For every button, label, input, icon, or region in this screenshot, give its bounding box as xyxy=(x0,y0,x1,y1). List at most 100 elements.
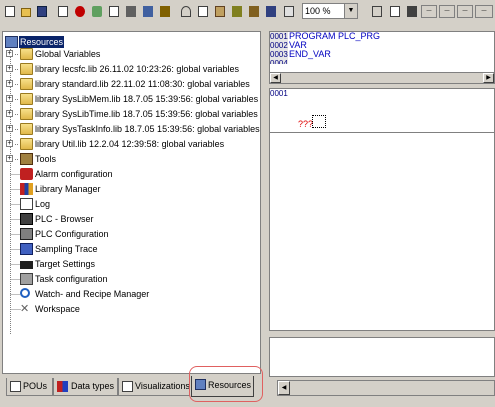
contact-icon[interactable]: — xyxy=(439,5,455,18)
scroll-left-icon[interactable]: ◀ xyxy=(270,73,281,83)
expand-icon[interactable]: + xyxy=(6,155,13,162)
tree-item-global-variables[interactable]: + Global Variables xyxy=(6,47,260,62)
vertical-splitter[interactable] xyxy=(264,26,268,407)
login-icon[interactable] xyxy=(89,3,104,19)
datatypes-icon xyxy=(57,381,68,392)
tree-item-label: Global Variables xyxy=(35,49,101,59)
tree-item-workspace[interactable]: ✕ Workspace xyxy=(20,302,260,317)
tree-item-target-settings[interactable]: Target Settings xyxy=(20,257,260,272)
placeholder-text[interactable]: ??? xyxy=(298,119,313,129)
input-icon[interactable] xyxy=(404,3,419,19)
copy-icon[interactable] xyxy=(195,3,210,19)
box-icon[interactable] xyxy=(387,3,402,19)
resource-tree: Resources + Global Variables + library I… xyxy=(2,31,261,374)
breakpoint-icon[interactable] xyxy=(157,3,172,19)
pous-icon xyxy=(10,381,21,392)
stop-icon[interactable] xyxy=(72,3,87,19)
resources-tab-highlight xyxy=(189,366,263,402)
folder-icon xyxy=(20,63,33,75)
tree-item-plc-browser[interactable]: PLC - Browser xyxy=(20,212,260,227)
download-icon[interactable] xyxy=(106,3,121,19)
browser-icon xyxy=(20,213,33,225)
tree-item-label: Task configuration xyxy=(35,274,108,284)
expand-icon[interactable]: + xyxy=(6,65,13,72)
scroll-left-icon[interactable]: ◀ xyxy=(278,381,290,395)
tree-item-label: Watch- and Recipe Manager xyxy=(35,289,150,299)
tree-item-sampling-trace[interactable]: Sampling Trace xyxy=(20,242,260,257)
network-divider xyxy=(270,132,494,133)
line-number: 0001 xyxy=(270,32,288,41)
paste-icon[interactable] xyxy=(212,3,227,19)
message-pane xyxy=(269,337,495,377)
expand-icon[interactable]: + xyxy=(6,110,13,117)
new-icon[interactable] xyxy=(2,3,17,19)
save-icon[interactable] xyxy=(34,3,49,19)
tab-data-types[interactable]: Data types xyxy=(53,378,118,396)
replace-icon[interactable] xyxy=(246,3,261,19)
expand-icon[interactable]: + xyxy=(6,80,13,87)
expand-icon[interactable]: + xyxy=(6,50,13,57)
build-icon[interactable] xyxy=(55,3,70,19)
add-network-icon[interactable] xyxy=(369,3,384,19)
coil-icon[interactable]: — xyxy=(457,5,473,18)
tree-item-library-standard[interactable]: + library standard.lib 22.11.02 11:08:30… xyxy=(6,77,260,92)
tree-item-library-syslibtime[interactable]: + library SysLibTime.lib 18.7.05 15:39:5… xyxy=(6,107,260,122)
zoom-select[interactable]: 100 % ▼ xyxy=(302,3,358,19)
open-icon[interactable] xyxy=(18,3,33,19)
zoom-value: 100 % xyxy=(305,6,331,16)
chevron-down-icon[interactable]: ▼ xyxy=(344,4,357,18)
tree-item-library-syslibmem[interactable]: + library SysLibMem.lib 18.7.05 15:39:56… xyxy=(6,92,260,107)
tree-item-label: library standard.lib 22.11.02 11:08:30: … xyxy=(35,79,250,89)
scroll-right-icon[interactable]: ▶ xyxy=(483,73,494,83)
tree-item-alarm-configuration[interactable]: Alarm configuration xyxy=(20,167,260,182)
tree-item-label: Alarm configuration xyxy=(35,169,113,179)
output-icon[interactable]: — xyxy=(421,5,437,18)
visualizations-icon xyxy=(122,381,133,392)
tab-pous[interactable]: POUs xyxy=(6,378,53,396)
tree-item-label: PLC Configuration xyxy=(35,229,109,239)
pou-icon[interactable] xyxy=(263,3,278,19)
tab-label: Visualizations xyxy=(135,381,190,391)
tree-item-label: Library Manager xyxy=(35,184,101,194)
folder-icon xyxy=(20,78,33,90)
alarm-icon xyxy=(20,168,33,180)
tab-label: Data types xyxy=(71,381,115,391)
cut-icon[interactable] xyxy=(178,3,193,19)
tree-item-log[interactable]: Log xyxy=(20,197,260,212)
line-number: 0002 xyxy=(270,41,288,50)
tree-item-label: library SysLibTime.lib 18.7.05 15:39:56:… xyxy=(35,109,258,119)
tree-item-label: Tools xyxy=(35,154,57,164)
workspace-icon: ✕ xyxy=(20,303,30,315)
tab-label: POUs xyxy=(23,381,48,391)
network-number: 0001 xyxy=(270,89,288,101)
tree-item-label: Workspace xyxy=(35,304,80,314)
find-icon[interactable] xyxy=(229,3,244,19)
expand-icon[interactable]: + xyxy=(6,95,13,102)
horizontal-scrollbar[interactable]: ◀ xyxy=(277,380,495,396)
tree-item-library-iecsfc[interactable]: + library Iecsfc.lib 26.11.02 10:23:26: … xyxy=(6,62,260,77)
tree-item-library-manager[interactable]: Library Manager xyxy=(20,182,260,197)
task-icon xyxy=(20,273,33,285)
declaration-scrollbar[interactable]: ◀ ▶ xyxy=(269,72,495,84)
tree-item-task-configuration[interactable]: Task configuration xyxy=(20,272,260,287)
tree-item-library-systaskinfo[interactable]: + library SysTaskInfo.lib 18.7.05 15:39:… xyxy=(6,122,260,137)
expand-icon[interactable]: + xyxy=(6,140,13,147)
body-editor[interactable]: 0001 ??? xyxy=(269,88,495,331)
run-icon[interactable] xyxy=(123,3,138,19)
tools-icon xyxy=(20,153,33,165)
trace-icon xyxy=(20,243,33,255)
negate-icon[interactable]: — xyxy=(475,5,493,18)
tree-item-plc-configuration[interactable]: PLC Configuration xyxy=(20,227,260,242)
target-icon xyxy=(20,261,33,269)
tab-visualizations[interactable]: Visualizations xyxy=(118,378,190,396)
tree-item-label: library SysLibMem.lib 18.7.05 15:39:56: … xyxy=(35,94,259,104)
tree-item-watch-recipe-manager[interactable]: Watch- and Recipe Manager xyxy=(20,287,260,302)
tree-item-tools[interactable]: + Tools xyxy=(6,152,260,167)
line-number: 0003 xyxy=(270,50,288,59)
folder-icon xyxy=(20,138,33,150)
tree-item-library-util[interactable]: + library Util.lib 12.2.04 12:39:58: glo… xyxy=(6,137,260,152)
variables-icon[interactable] xyxy=(281,3,296,19)
step-icon[interactable] xyxy=(140,3,155,19)
expand-icon[interactable]: + xyxy=(6,125,13,132)
tree-item-label: library SysTaskInfo.lib 18.7.05 15:39:56… xyxy=(35,124,260,134)
